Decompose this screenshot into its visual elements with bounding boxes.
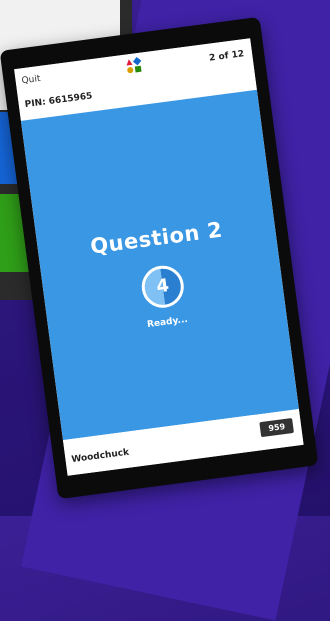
question-progress: 2 of 12 [208,49,245,64]
countdown-number: 4 [155,275,171,298]
phone-screen: Quit 2 of 12 PIN: 6615965 Question 2 4 R… [14,38,304,476]
status-text: Ready... [146,314,189,331]
shapes-logo-icon [125,56,144,75]
game-pin: PIN: 6615965 [24,91,94,111]
question-area: Question 2 4 Ready... [20,89,299,441]
score-badge: 959 [259,418,294,438]
quit-button[interactable]: Quit [21,74,41,86]
question-title: Question 2 [88,217,224,259]
player-name: Woodchuck [70,447,130,466]
countdown-timer: 4 [139,263,187,311]
